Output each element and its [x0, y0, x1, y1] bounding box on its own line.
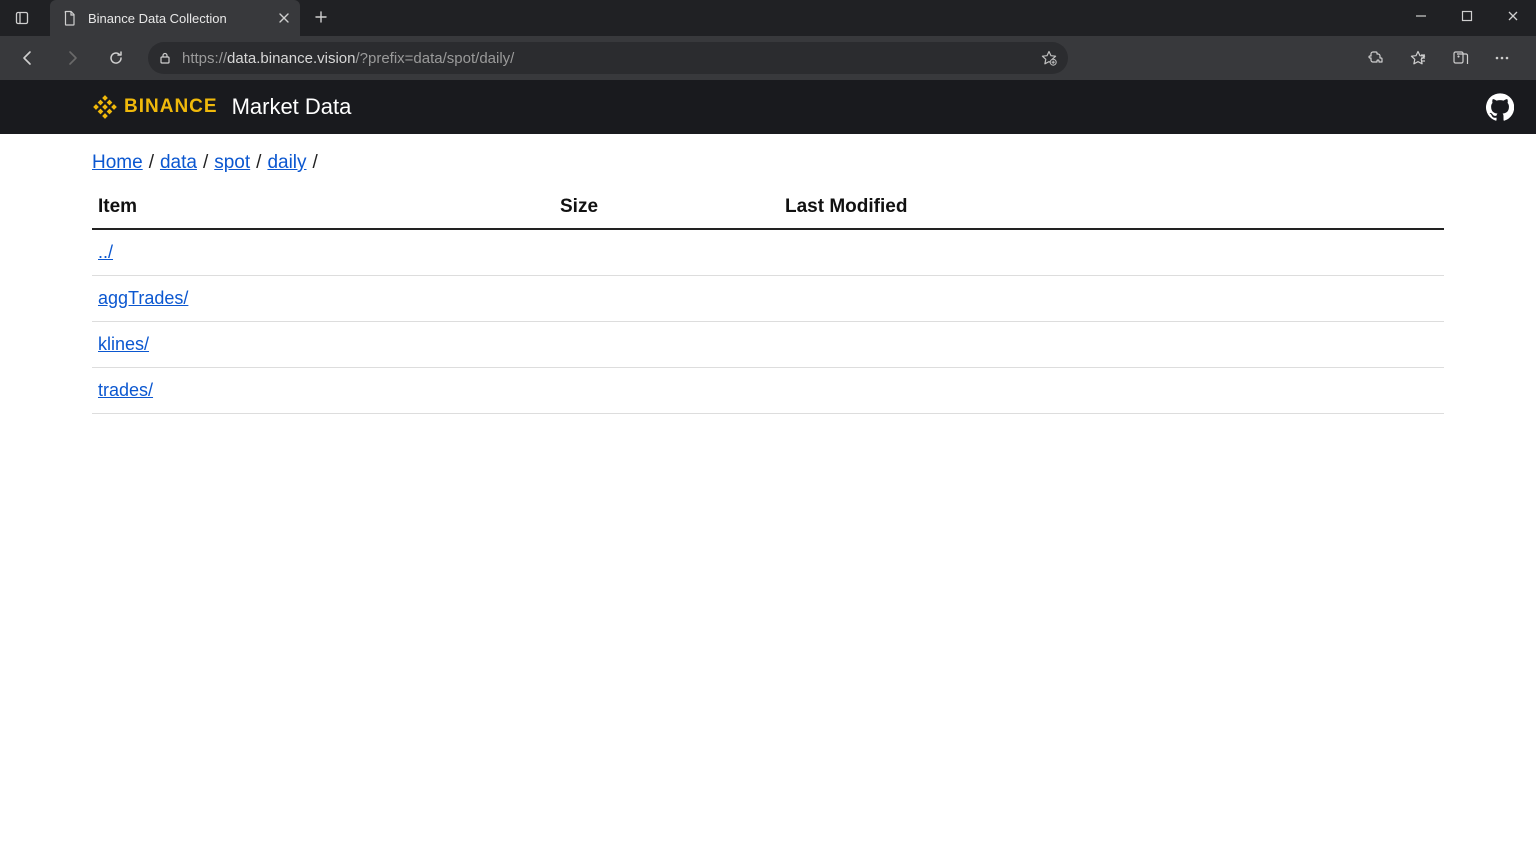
- cell-size: [560, 334, 785, 355]
- address-bar[interactable]: https://data.binance.vision/?prefix=data…: [148, 42, 1068, 74]
- cell-modified: [785, 242, 1438, 263]
- breadcrumb: Home / data / spot / daily /: [92, 152, 1444, 174]
- cell-size: [560, 242, 785, 263]
- browser-tab[interactable]: Binance Data Collection: [50, 0, 300, 36]
- parent-dir-link[interactable]: ../: [98, 242, 113, 262]
- cell-size: [560, 288, 785, 309]
- refresh-button[interactable]: [96, 40, 136, 76]
- close-window-button[interactable]: [1490, 0, 1536, 32]
- minimize-button[interactable]: [1398, 0, 1444, 32]
- toolbar-right: [1356, 40, 1528, 76]
- tab-actions-button[interactable]: [0, 0, 44, 36]
- url-scheme: https: [182, 50, 215, 67]
- page-icon: [62, 10, 78, 26]
- add-favorite-icon[interactable]: [1040, 49, 1058, 67]
- favorites-button[interactable]: [1398, 40, 1438, 76]
- settings-menu-button[interactable]: [1482, 40, 1522, 76]
- cell-size: [560, 380, 785, 401]
- table-row: trades/: [92, 368, 1444, 414]
- content: Home / data / spot / daily / Item Size L…: [0, 134, 1536, 414]
- binance-logo-icon: [92, 94, 118, 120]
- browser-chrome: Binance Data Collection: [0, 0, 1536, 80]
- binance-logo-text: BINANCE: [124, 96, 218, 118]
- breadcrumb-separator: /: [149, 152, 154, 174]
- breadcrumb-separator: /: [256, 152, 261, 174]
- dir-link[interactable]: klines/: [98, 334, 149, 354]
- binance-logo[interactable]: BINANCE: [92, 94, 218, 120]
- cell-modified: [785, 334, 1438, 355]
- table-header: Item Size Last Modified: [92, 188, 1444, 230]
- dir-link[interactable]: trades/: [98, 380, 153, 400]
- close-tab-icon[interactable]: [278, 12, 290, 24]
- table-row: ../: [92, 230, 1444, 276]
- listing-table: Item Size Last Modified ../ aggTrades/ k…: [92, 188, 1444, 414]
- url-host: data.binance.vision: [227, 50, 355, 67]
- page-title: Market Data: [232, 94, 352, 120]
- column-size: Size: [560, 196, 785, 218]
- browser-titlebar: Binance Data Collection: [0, 0, 1536, 36]
- url-path: /?prefix=data/spot/daily/: [355, 50, 514, 67]
- browser-toolbar: https://data.binance.vision/?prefix=data…: [0, 36, 1536, 80]
- breadcrumb-spot[interactable]: spot: [214, 152, 250, 174]
- window-controls: [1398, 0, 1536, 32]
- page-header: BINANCE Market Data: [0, 80, 1536, 134]
- back-button[interactable]: [8, 40, 48, 76]
- collections-button[interactable]: [1440, 40, 1480, 76]
- extensions-button[interactable]: [1356, 40, 1396, 76]
- cell-modified: [785, 380, 1438, 401]
- column-last-modified: Last Modified: [785, 196, 1438, 218]
- table-row: klines/: [92, 322, 1444, 368]
- breadcrumb-separator: /: [203, 152, 208, 174]
- cell-modified: [785, 288, 1438, 309]
- url-text: https://data.binance.vision/?prefix=data…: [182, 50, 1030, 67]
- dir-link[interactable]: aggTrades/: [98, 288, 188, 308]
- tab-title: Binance Data Collection: [88, 11, 268, 26]
- table-row: aggTrades/: [92, 276, 1444, 322]
- breadcrumb-daily[interactable]: daily: [267, 152, 306, 174]
- breadcrumb-data[interactable]: data: [160, 152, 197, 174]
- lock-icon: [158, 51, 172, 65]
- breadcrumb-separator: /: [313, 152, 318, 174]
- github-link[interactable]: [1484, 91, 1516, 123]
- breadcrumb-home[interactable]: Home: [92, 152, 143, 174]
- forward-button[interactable]: [52, 40, 92, 76]
- new-tab-button[interactable]: [304, 0, 338, 34]
- column-item: Item: [98, 196, 560, 218]
- maximize-button[interactable]: [1444, 0, 1490, 32]
